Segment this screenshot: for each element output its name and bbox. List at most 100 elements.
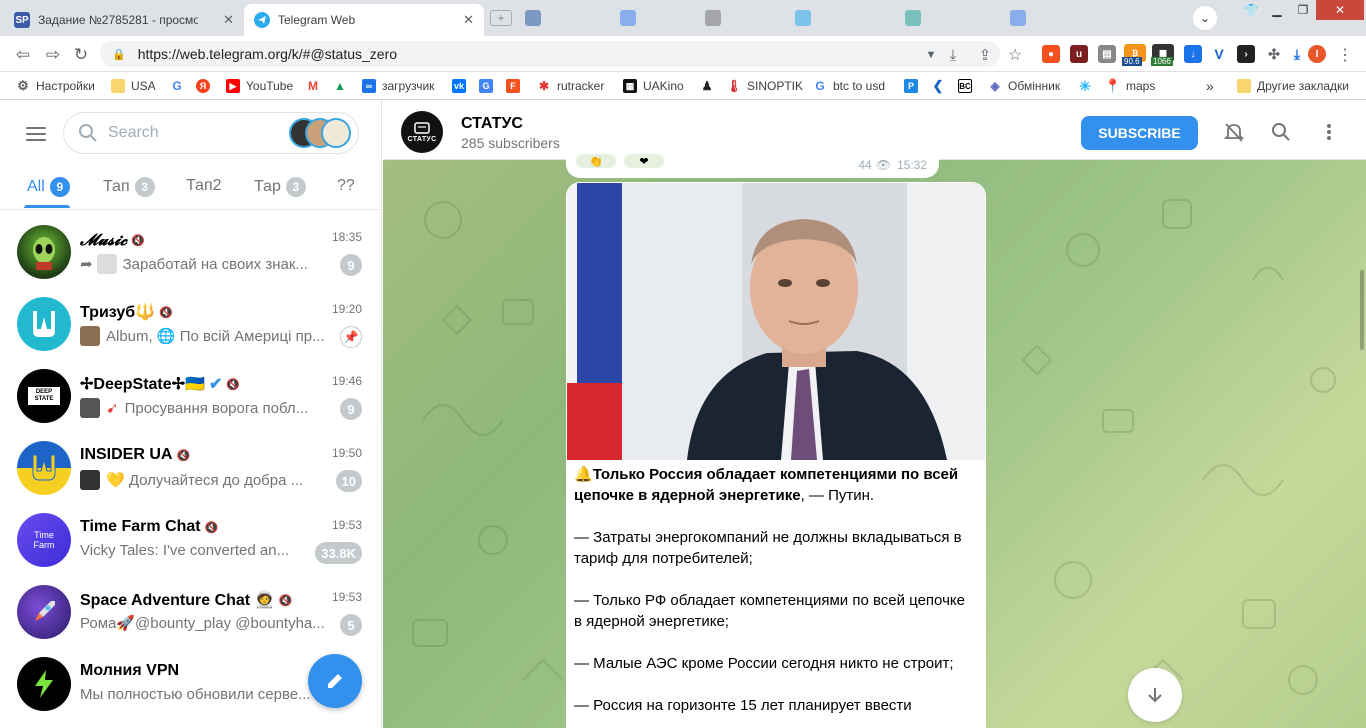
terminal-icon[interactable]: ›: [1237, 45, 1255, 63]
chat-item[interactable]: Space Adventure Chat 🧑‍🚀 🔇 19:53 Рома🚀@bo…: [0, 577, 381, 649]
chat-preview: ➦ Заработай на своих знак...: [80, 254, 308, 274]
bookmark[interactable]: USA: [111, 77, 156, 95]
chat-time: 19:53: [331, 590, 362, 604]
back-arrow-icon[interactable]: ⇦: [12, 44, 34, 66]
bookmark[interactable]: P: [904, 77, 924, 95]
reaction-chip[interactable]: 👏: [576, 154, 616, 168]
chat-preview: 💛 Долучайтеся до добра ...: [80, 470, 330, 490]
unread-badge: 10: [335, 470, 362, 492]
other-bookmarks[interactable]: Другие закладки: [1237, 77, 1349, 95]
browser-tab-telegram[interactable]: Telegram Web ✕: [244, 4, 484, 36]
bookmark[interactable]: ⚙ Настройки: [16, 77, 95, 95]
compose-button[interactable]: [308, 654, 362, 708]
share-icon[interactable]: ⇪: [974, 44, 996, 66]
download-ext-icon[interactable]: ↓: [1184, 45, 1202, 63]
bookmark[interactable]: vk: [452, 77, 472, 95]
tab-search-icon[interactable]: ⌄: [1193, 6, 1217, 30]
briefcase-icon[interactable]: ▤: [1098, 45, 1116, 63]
mute-bell-icon[interactable]: [1223, 121, 1245, 143]
reaction-chip[interactable]: ❤: [624, 154, 664, 168]
v-icon[interactable]: V: [1210, 45, 1228, 63]
chat-item[interactable]: DEEP STATE ✢DeepState✢🇺🇦 ✔ 🔇 19:46 ➹ Просува…: [0, 361, 381, 433]
muted-icon: 🔇: [226, 378, 241, 391]
tab-icon[interactable]: [525, 10, 541, 26]
preview-thumbnail: [80, 398, 100, 418]
bookmark[interactable]: M: [306, 77, 326, 95]
tab-icon[interactable]: [620, 10, 636, 26]
bookmark[interactable]: ◈ Обмінник: [988, 77, 1060, 95]
tab-icon[interactable]: [705, 10, 721, 26]
tab-tap[interactable]: Тап 3: [103, 177, 155, 197]
bookmark[interactable]: ∞ загрузчик: [362, 77, 434, 95]
tab-icon[interactable]: [1010, 10, 1026, 26]
pin-icon[interactable]: 📌: [340, 326, 362, 348]
story-avatar[interactable]: [321, 118, 351, 148]
search-icon[interactable]: [1270, 121, 1292, 143]
new-tab-button[interactable]: +: [490, 10, 512, 26]
folder-icon: [111, 79, 125, 93]
window-close-button[interactable]: ✕: [1316, 0, 1364, 20]
bookmark[interactable]: F: [506, 77, 526, 95]
subscribe-button[interactable]: SUBSCRIBE: [1081, 116, 1198, 150]
reload-icon[interactable]: ↻: [70, 44, 92, 66]
bookmark[interactable]: Gbtc to usd: [813, 77, 885, 95]
chat-item[interactable]: Time Farm Time Farm Chat 🔇 19:53 Vicky Tal…: [0, 505, 381, 577]
chat-item[interactable]: INSIDER UA 🔇 19:50 💛 Долучайтеся до добра…: [0, 433, 381, 505]
more-bookmarks-button[interactable]: »: [1206, 77, 1214, 95]
url-field[interactable]: 🔒 https://web.telegram.org/k/#@status_ze…: [100, 41, 1000, 67]
tab-icon[interactable]: [905, 10, 921, 26]
chat-item[interactable]: Тризуб🔱 🔇 19:20 Album, 🌐 По всій Америці …: [0, 289, 381, 361]
close-tab-icon[interactable]: ✕: [463, 12, 474, 28]
profile-icon[interactable]: 👕: [1240, 0, 1262, 20]
bookmark[interactable]: ▶ YouTube: [226, 77, 293, 95]
maximize-button[interactable]: ❐: [1290, 0, 1316, 20]
infinity-icon: ∞: [362, 79, 376, 93]
close-tab-icon[interactable]: ✕: [223, 12, 234, 28]
bookmark[interactable]: G: [479, 77, 499, 95]
bookmark[interactable]: ✱ rutracker: [537, 77, 604, 95]
preview-thumbnail: [80, 326, 100, 346]
bookmark[interactable]: 🌡 SINOPTIK: [726, 77, 803, 95]
bookmark-star-icon[interactable]: ☆: [1004, 44, 1026, 66]
chat-item[interactable]: 𝓜𝓾𝓼𝓲𝓬 🔇 18:35 ➦ Заработай на своих знак...…: [0, 217, 381, 289]
scroll-down-button[interactable]: [1128, 668, 1182, 722]
forward-arrow-icon[interactable]: ⇨: [42, 44, 64, 66]
bookmark[interactable]: G: [170, 77, 190, 95]
downloads-icon[interactable]: ⤓: [1288, 45, 1306, 63]
tab-other[interactable]: ??: [337, 177, 355, 195]
tab-all[interactable]: All 9: [27, 177, 70, 197]
video-thumbnail-icon: [80, 470, 100, 490]
ublock-icon[interactable]: u: [1070, 45, 1088, 63]
tab-tap2[interactable]: Тап2: [186, 177, 222, 195]
chat-avatar: [17, 225, 71, 279]
tab-icon[interactable]: [795, 10, 811, 26]
minimize-button[interactable]: ▁: [1264, 0, 1290, 20]
install-icon[interactable]: ⤓: [942, 44, 964, 66]
search-input[interactable]: Search: [63, 112, 359, 154]
scrollbar[interactable]: [1360, 270, 1364, 350]
bookmark[interactable]: ♟: [700, 77, 720, 95]
channel-title[interactable]: СТАТУС: [461, 115, 523, 133]
bookmark[interactable]: ✳: [1078, 77, 1098, 95]
puzzle-icon[interactable]: ✣: [1265, 45, 1283, 63]
bookmark[interactable]: ▲: [333, 77, 353, 95]
dropdown-icon[interactable]: ▼: [920, 44, 942, 66]
bookmark[interactable]: BC: [958, 77, 978, 95]
hamburger-menu-icon[interactable]: [26, 127, 46, 145]
channel-avatar[interactable]: СТАТУС: [401, 111, 443, 153]
bookmark[interactable]: 📍 maps: [1105, 77, 1155, 95]
tab-tar[interactable]: Тар 3: [254, 177, 306, 197]
browser-tab-task[interactable]: SP Задание №2785281 - просмотр з ✕: [4, 4, 244, 36]
search-placeholder: Search: [108, 124, 159, 141]
stories-avatars[interactable]: [289, 118, 353, 148]
bookmark[interactable]: ❮: [931, 77, 951, 95]
menu-icon[interactable]: ⋮: [1334, 44, 1356, 66]
fire-icon[interactable]: ●: [1042, 45, 1060, 63]
bookmark[interactable]: ▦ UAKino: [623, 77, 684, 95]
post-photo[interactable]: [567, 183, 985, 460]
youtube-icon: ▶: [226, 79, 240, 93]
avatar-icon[interactable]: I: [1308, 45, 1326, 63]
bookmark[interactable]: Я: [196, 77, 216, 95]
more-options-icon[interactable]: [1318, 121, 1340, 143]
arrow-down-icon: [1148, 688, 1162, 703]
